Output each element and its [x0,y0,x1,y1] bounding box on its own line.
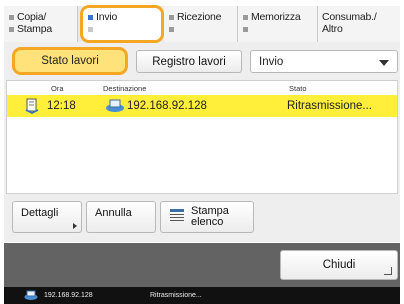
row-destinazione: 192.168.92.128 [127,100,207,112]
document-send-icon [25,98,39,117]
tab-label: Ricezione [177,10,222,23]
tab-marker-icon [88,26,93,32]
corner-mark-icon [384,267,392,275]
tab-label: Copia/ [17,10,47,23]
registro-lavori-button[interactable]: Registro lavori [136,50,242,73]
tab-marker-icon [169,26,174,32]
tab-memorizza[interactable]: Memorizza [238,6,318,42]
job-type-select-value: Invio [259,56,284,68]
annulla-label: Annulla [95,207,132,219]
tab-label: Stampa [17,22,52,35]
column-header-ora: Ora [51,84,64,93]
tab-consumabili-altro[interactable]: Consumab./ Altro [318,6,400,42]
printer-list-icon [169,208,185,225]
row-stato: Ritrasmissione... [287,100,372,112]
tab-marker-icon [9,26,14,32]
stampa-elenco-button[interactable]: Stampa elenco [160,201,254,233]
stampa-elenco-label: Stampa elenco [191,205,229,228]
tab-marker-icon [243,14,248,20]
chiudi-label: Chiudi [322,259,356,271]
stato-lavori-button[interactable]: Stato lavori [12,47,128,75]
status-text: Ritrasmissione... [150,292,202,299]
job-table: Ora Destinazione Stato 12:18 192.168.92.… [6,80,398,194]
tab-ricezione[interactable]: Ricezione [164,6,238,42]
dettagli-button[interactable]: Dettagli [12,201,82,233]
tab-marker-icon [169,14,174,20]
tab-label: Consumab./ [322,10,377,23]
tab-marker-icon [243,26,248,32]
tab-label: Invio [96,10,118,23]
tab-label: Altro [322,22,343,35]
dettagli-label: Dettagli [21,207,59,219]
tab-label: Memorizza [251,10,301,23]
status-address: 192.168.92.128 [44,292,93,299]
status-bar: 192.168.92.128 Ritrasmissione... [4,287,400,304]
row-ora: 12:18 [47,100,76,112]
annulla-button[interactable]: Annulla [86,201,156,233]
job-type-select[interactable]: Invio [250,50,398,73]
chevron-down-icon [379,60,389,66]
tab-marker-icon [88,14,93,20]
table-row[interactable]: 12:18 192.168.92.128 Ritrasmissione... [7,95,397,117]
tab-invio[interactable]: Invio [80,5,164,43]
tab-marker-icon [9,14,14,20]
column-header-stato: Stato [289,84,307,93]
chiudi-button[interactable]: Chiudi [280,250,398,280]
column-header-destinazione: Destinazione [103,84,147,93]
table-header: Ora Destinazione Stato [7,81,397,95]
network-pc-icon [105,98,125,117]
tab-copia-stampa[interactable]: Copia/ Stampa [4,6,78,42]
function-tab-bar: Copia/ Stampa Invio Ricezione Memorizza … [4,5,400,43]
network-pc-icon [24,290,38,303]
chevron-right-icon [73,223,77,229]
